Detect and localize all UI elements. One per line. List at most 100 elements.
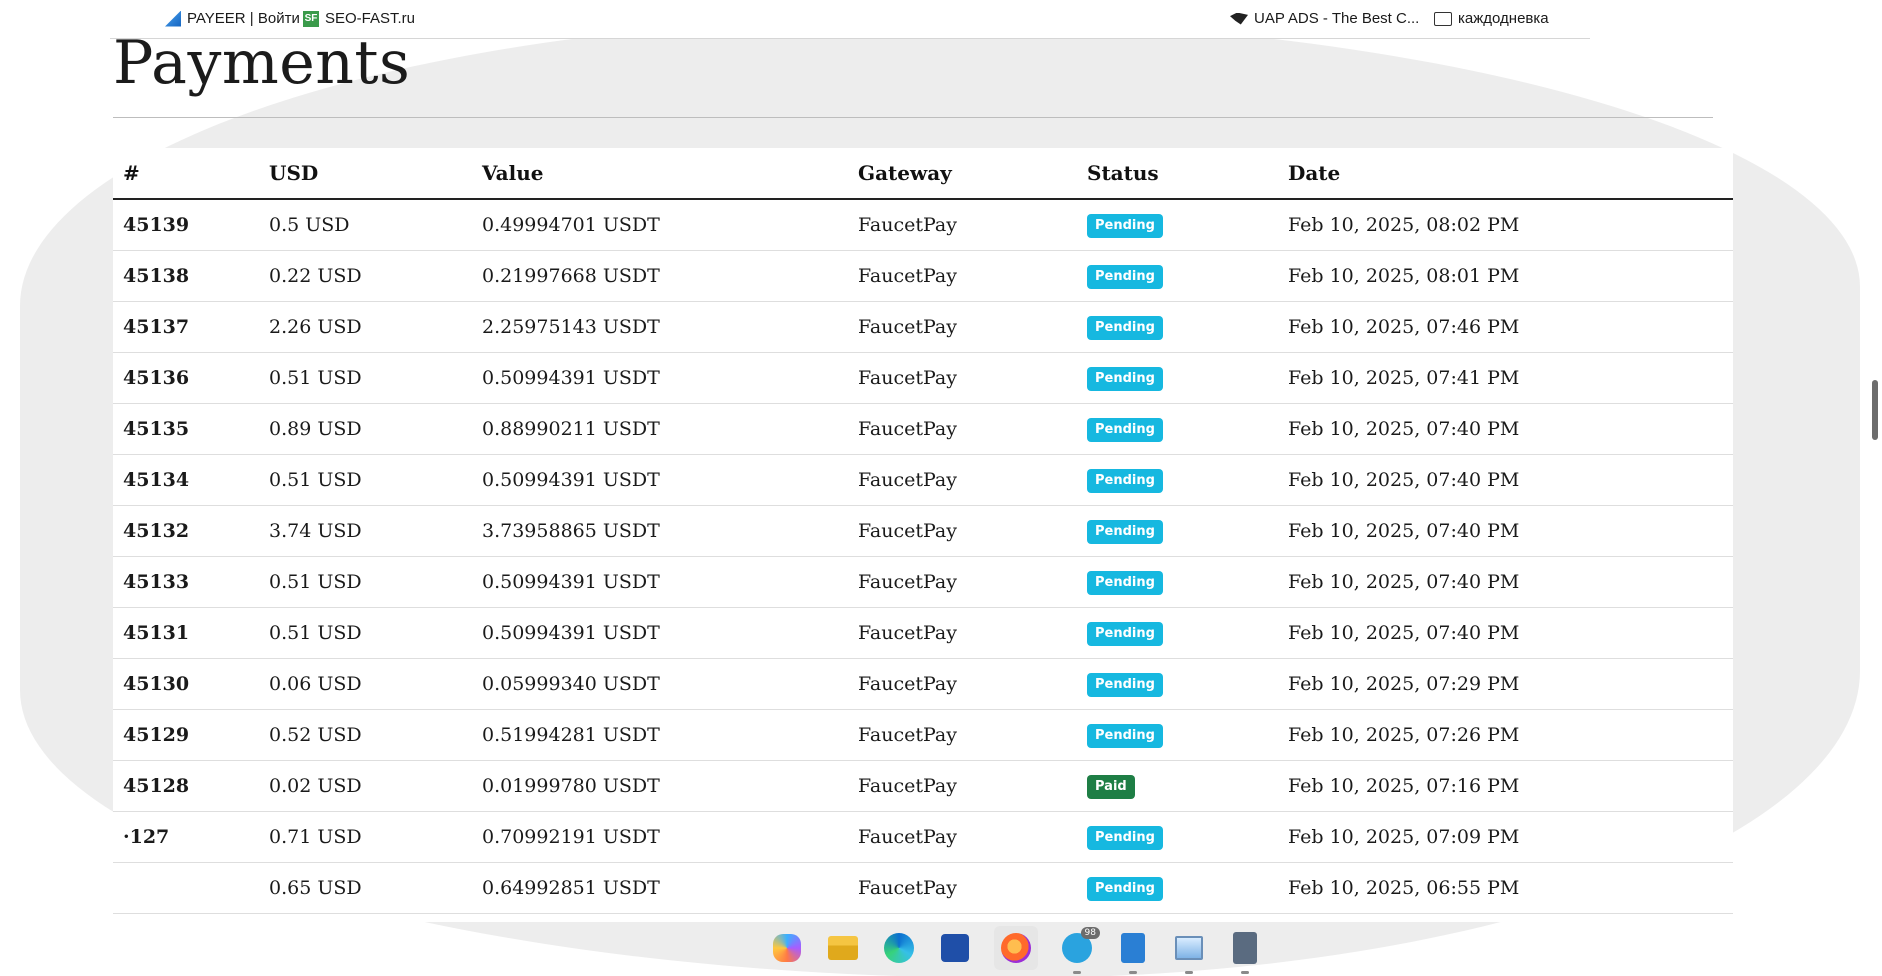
gateway-name: FaucetPay [848, 301, 1077, 353]
page-scrollbar-thumb[interactable] [1872, 380, 1878, 440]
payment-date: Feb 10, 2025, 07:40 PM [1278, 454, 1733, 506]
column-header-status: Status [1077, 148, 1278, 200]
status-badge: Pending [1087, 826, 1163, 850]
bookmark-payeer[interactable]: PAYEER | Войти [165, 10, 300, 27]
taskbar-button[interactable] [1172, 931, 1206, 974]
table-row: 45129 0.52 USD 0.51994281 USDT FaucetPay Pen… [113, 709, 1733, 761]
status-badge: Pending [1087, 877, 1163, 901]
status-badge: Pending [1087, 724, 1163, 748]
amount-usd: 0.02 USD [259, 760, 472, 812]
status-badge: Pending [1087, 469, 1163, 493]
gateway-name: FaucetPay [848, 352, 1077, 404]
table-row: 45139 0.5 USD 0.49994701 USDT FaucetPay Pend… [113, 199, 1733, 251]
file-explorer-icon [828, 936, 858, 960]
bookmark-seo-fast[interactable]: SF SEO-FAST.ru [303, 10, 415, 27]
taskbar-button[interactable] [938, 931, 972, 965]
status-cell: Pending [1077, 811, 1278, 863]
payment-id: 45133 [113, 556, 259, 608]
payment-date: Feb 10, 2025, 07:16 PM [1278, 760, 1733, 812]
table-row: 45133 0.51 USD 0.50994391 USDT FaucetPay Pen… [113, 556, 1733, 608]
status-badge: Pending [1087, 316, 1163, 340]
taskbar-button[interactable] [1228, 931, 1262, 974]
payment-id: 45128 [113, 760, 259, 812]
microsoft-store-icon [941, 934, 969, 962]
payment-id: 45139 [113, 199, 259, 251]
folder-icon [1434, 11, 1452, 26]
amount-usd: 0.5 USD [259, 199, 472, 251]
status-cell: Pending [1077, 607, 1278, 659]
gateway-name: FaucetPay [848, 250, 1077, 302]
amount-value: 2.25975143 USDT [472, 301, 848, 353]
payment-date: Feb 10, 2025, 07:40 PM [1278, 556, 1733, 608]
status-badge: Pending [1087, 673, 1163, 697]
payment-id: 45130 [113, 658, 259, 710]
table-row: ·127 0.71 USD 0.70992191 USDT FaucetPay Pend… [113, 811, 1733, 863]
taskbar-button[interactable] [770, 931, 804, 965]
table-row: 45135 0.89 USD 0.88990211 USDT FaucetPay Pen… [113, 403, 1733, 455]
payment-id: 45136 [113, 352, 259, 404]
status-badge: Pending [1087, 520, 1163, 544]
status-badge: Pending [1087, 367, 1163, 391]
payment-date: Feb 10, 2025, 07:46 PM [1278, 301, 1733, 353]
gateway-name: FaucetPay [848, 454, 1077, 506]
amount-value: 0.88990211 USDT [472, 403, 848, 455]
payment-id: 45129 [113, 709, 259, 761]
payment-id [113, 862, 259, 914]
payment-id: 45131 [113, 607, 259, 659]
title-divider [113, 117, 1713, 118]
payment-date: Feb 10, 2025, 08:01 PM [1278, 250, 1733, 302]
payment-date: Feb 10, 2025, 08:02 PM [1278, 199, 1733, 251]
amount-value: 3.73958865 USDT [472, 505, 848, 557]
payment-id: ·127 [113, 811, 259, 863]
status-cell: Pending [1077, 199, 1278, 251]
amount-value: 0.01999780 USDT [472, 760, 848, 812]
taskbar-button[interactable] [882, 931, 916, 965]
payeer-icon [165, 10, 181, 27]
notification-count-badge: 98 [1080, 927, 1100, 939]
payment-date: Feb 10, 2025, 07:09 PM [1278, 811, 1733, 863]
table-row: 45128 0.02 USD 0.01999780 USDT FaucetPay Pai… [113, 760, 1733, 812]
calculator-icon [1233, 932, 1257, 964]
status-cell: Pending [1077, 658, 1278, 710]
running-indicator [1241, 971, 1249, 974]
amount-usd: 0.51 USD [259, 607, 472, 659]
notepad-icon [1121, 933, 1145, 963]
status-badge: Pending [1087, 265, 1163, 289]
column-header-value: Value [472, 148, 848, 200]
amount-value: 0.50994391 USDT [472, 607, 848, 659]
payment-id: 45132 [113, 505, 259, 557]
amount-usd: 0.51 USD [259, 454, 472, 506]
bookmark-folder-daily[interactable]: каждодневка [1434, 10, 1549, 27]
payment-date: Feb 10, 2025, 06:55 PM [1278, 862, 1733, 914]
column-header-id: # [113, 148, 259, 200]
running-indicator [1073, 971, 1081, 974]
amount-usd: 3.74 USD [259, 505, 472, 557]
gateway-name: FaucetPay [848, 862, 1077, 914]
taskbar-button[interactable] [994, 926, 1038, 970]
column-header-usd: USD [259, 148, 472, 200]
table-row: 45132 3.74 USD 3.73958865 USDT FaucetPay Pen… [113, 505, 1733, 557]
seo-fast-icon: SF [303, 10, 319, 27]
taskbar-button[interactable]: 98 [1060, 927, 1100, 974]
bookmark-uap-ads[interactable]: UAP ADS - The Best C... [1230, 10, 1419, 27]
edge-browser-icon [884, 933, 914, 963]
status-cell: Pending [1077, 709, 1278, 761]
copilot-icon [773, 934, 801, 962]
amount-usd: 0.65 USD [259, 862, 472, 914]
payment-date: Feb 10, 2025, 07:40 PM [1278, 403, 1733, 455]
status-cell: Pending [1077, 862, 1278, 914]
amount-value: 0.50994391 USDT [472, 352, 848, 404]
payment-date: Feb 10, 2025, 07:26 PM [1278, 709, 1733, 761]
payment-id: 45134 [113, 454, 259, 506]
gateway-name: FaucetPay [848, 607, 1077, 659]
taskbar-button[interactable] [1116, 931, 1150, 974]
table-row: 0.65 USD 0.64992851 USDT FaucetPay Pending F… [113, 862, 1733, 914]
status-cell: Pending [1077, 352, 1278, 404]
amount-value: 0.51994281 USDT [472, 709, 848, 761]
taskbar-button[interactable] [826, 931, 860, 965]
running-indicator [1185, 971, 1193, 974]
amount-value: 0.50994391 USDT [472, 454, 848, 506]
status-badge: Pending [1087, 571, 1163, 595]
screenshot-canvas: PAYEER | Войти SF SEO-FAST.ru UAP ADS - … [0, 0, 1882, 976]
gateway-name: FaucetPay [848, 505, 1077, 557]
